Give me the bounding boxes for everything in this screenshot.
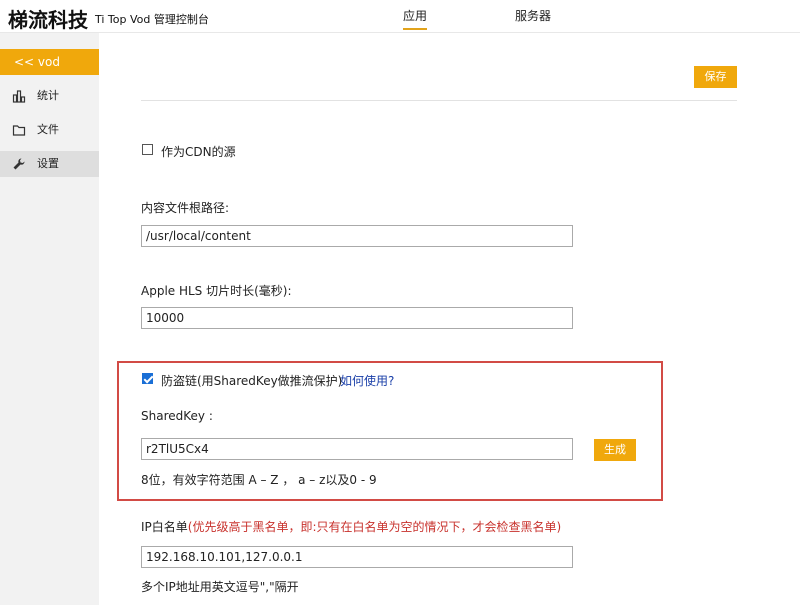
generate-button[interactable]: 生成 [594, 439, 636, 461]
tab-apps[interactable]: 应用 [403, 7, 428, 30]
antileech-checkbox[interactable] [142, 373, 153, 384]
folder-icon [12, 125, 26, 136]
divider [141, 100, 737, 101]
top-bar: 梯流科技 Ti Top Vod 管理控制台 应用 服务器 [0, 0, 800, 33]
sidebar-item-label: 文件 [37, 123, 59, 136]
sidebar: << vod 统计 文件 设置 [0, 33, 99, 605]
bar-chart-icon [12, 90, 26, 103]
sidebar-item-label: 统计 [37, 89, 59, 102]
wrench-icon [13, 158, 25, 170]
sharedkey-label: SharedKey : [141, 409, 213, 423]
sidebar-item-settings[interactable]: 设置 [0, 151, 99, 177]
sharedkey-input[interactable]: r2TlU5Cx4 [141, 438, 573, 460]
brand-name: 梯流科技 [8, 8, 88, 32]
sidebar-item-stats[interactable]: 统计 [0, 83, 99, 109]
sidebar-item-label: 设置 [37, 157, 59, 170]
whitelist-label-row: IP白名单(优先级高于黑名单，即:只有在白名单为空的情况下，才会检查黑名单) [141, 518, 561, 535]
whitelist-hint: 多个IP地址用英文逗号","隔开 [141, 580, 299, 594]
sharedkey-hint: 8位，有效字符范围 A – Z ， a – z以及0 - 9 [141, 473, 377, 487]
cdn-source-label: 作为CDN的源 [161, 145, 236, 159]
save-button[interactable]: 保存 [694, 66, 737, 88]
hls-duration-label: Apple HLS 切片时长(毫秒): [141, 284, 292, 298]
sidebar-item-files[interactable]: 文件 [0, 117, 99, 143]
sidebar-back-button[interactable]: << vod [0, 49, 99, 75]
whitelist-input[interactable]: 192.168.10.101,127.0.0.1 [141, 546, 573, 568]
whitelist-note: (优先级高于黑名单，即:只有在白名单为空的情况下，才会检查黑名单) [187, 520, 562, 534]
sidebar-back-label: << vod [14, 55, 60, 69]
root-path-input[interactable]: /usr/local/content [141, 225, 573, 247]
whitelist-label: IP白名单 [141, 520, 188, 534]
hls-duration-input[interactable]: 10000 [141, 307, 573, 329]
tab-servers[interactable]: 服务器 [515, 7, 551, 24]
howto-link[interactable]: 如何使用? [340, 372, 394, 389]
cdn-source-checkbox[interactable] [142, 144, 153, 155]
brand-subtitle: Ti Top Vod 管理控制台 [95, 13, 209, 26]
antileech-label: 防盗链(用SharedKey做推流保护) [161, 374, 343, 388]
root-path-label: 内容文件根路径: [141, 201, 230, 215]
